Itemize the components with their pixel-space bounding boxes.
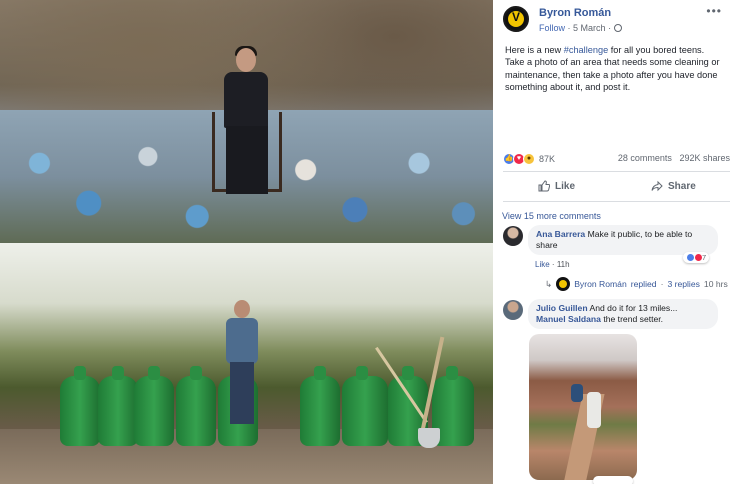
author-avatar[interactable]: V [503, 6, 529, 32]
follow-link[interactable]: Follow [539, 23, 565, 33]
reply-author-avatar [556, 277, 571, 291]
replies-link[interactable]: ↳ Byron Román replied · 3 replies 10 hrs [545, 277, 728, 291]
post-text-line: maintenance, then take a photo after you… [505, 69, 718, 80]
post-body: Here is a new #challenge for all you bor… [505, 44, 730, 94]
standing-man [224, 300, 260, 428]
commenter-avatar[interactable] [503, 226, 523, 246]
commenter-avatar[interactable] [503, 300, 523, 320]
globe-icon [613, 24, 622, 32]
trash-bag [98, 366, 138, 446]
like-button[interactable]: Like [538, 180, 575, 192]
more-options-icon[interactable]: ••• [706, 4, 722, 18]
like-label: Like [555, 180, 576, 192]
post-text-line: Here is a new #challenge for all you bor… [505, 45, 705, 55]
trash-bag [300, 366, 340, 446]
post-text-line: something about it, and post it. [505, 82, 631, 93]
replied-label: replied [630, 279, 657, 289]
post-text-line: Take a photo of an area that needs some … [505, 57, 720, 68]
share-button[interactable]: Share [651, 180, 696, 192]
shovel-blade [418, 428, 440, 448]
comments-count[interactable]: 28 comments [618, 153, 672, 163]
shares-count[interactable]: 292K shares [679, 153, 730, 163]
share-label: Share [668, 180, 696, 192]
comment-reaction-count: 7 [702, 253, 707, 262]
mentioned-user-link[interactable]: Manuel Saldana [536, 314, 601, 324]
reaction-summary[interactable]: 👍 ♥ ● 87K [503, 152, 555, 166]
comment-actions: Like · 11h [535, 260, 570, 269]
reaction-count: 87K [539, 154, 556, 164]
comment-attached-photo[interactable] [529, 334, 637, 480]
author-name[interactable]: Byron Román [539, 7, 611, 19]
view-more-comments-link[interactable]: View 15 more comments [502, 211, 601, 221]
replies-count[interactable]: 3 replies [667, 279, 699, 289]
meta-separator: · [608, 23, 612, 33]
photo-reaction-badge[interactable] [593, 476, 633, 484]
comment-like-link[interactable]: Like [535, 260, 550, 269]
reply-arrow-icon: ↳ [545, 278, 553, 289]
commenter-name[interactable]: Julio Guillen [536, 303, 588, 313]
divider [503, 171, 730, 172]
wow-reaction-icon: ● [523, 153, 535, 165]
meta-separator: · [567, 23, 571, 33]
hashtag-link[interactable]: #challenge [564, 45, 608, 55]
before-photo[interactable] [0, 0, 493, 243]
comment-time[interactable]: 11h [557, 260, 570, 269]
thumbs-up-icon [538, 180, 550, 192]
comment-text: Make it public, to be able to [587, 229, 693, 239]
reply-author-name[interactable]: Byron Román [574, 279, 627, 289]
trash-bag [342, 366, 388, 446]
comment-bubble: Julio Guillen And do it for 13 miles... … [528, 299, 718, 329]
comment-text: And do it for 13 miles... [589, 303, 678, 313]
commenter-name[interactable]: Ana Barrera [536, 229, 585, 239]
comment-reactions[interactable]: 7 [683, 252, 710, 263]
trash-bag [134, 366, 174, 446]
post-meta: Follow · 5 March · [539, 23, 622, 33]
post-photo-collage[interactable] [0, 0, 493, 484]
comment-text: the trend setter. [603, 314, 664, 324]
engagement-stats: 28 comments 292K shares [618, 153, 730, 163]
trash-bag [60, 366, 100, 446]
seated-man [222, 46, 270, 198]
reply-time: 10 hrs [703, 279, 728, 289]
post-date[interactable]: 5 March [573, 23, 606, 33]
divider [503, 201, 730, 202]
share-arrow-icon [651, 180, 663, 192]
post-panel: V Byron Román Follow · 5 March · ••• Her… [493, 0, 730, 484]
comment-bubble: Ana Barrera Make it public, to be able t… [528, 225, 718, 255]
trash-bag [176, 366, 216, 446]
comment-text: share [536, 240, 558, 250]
